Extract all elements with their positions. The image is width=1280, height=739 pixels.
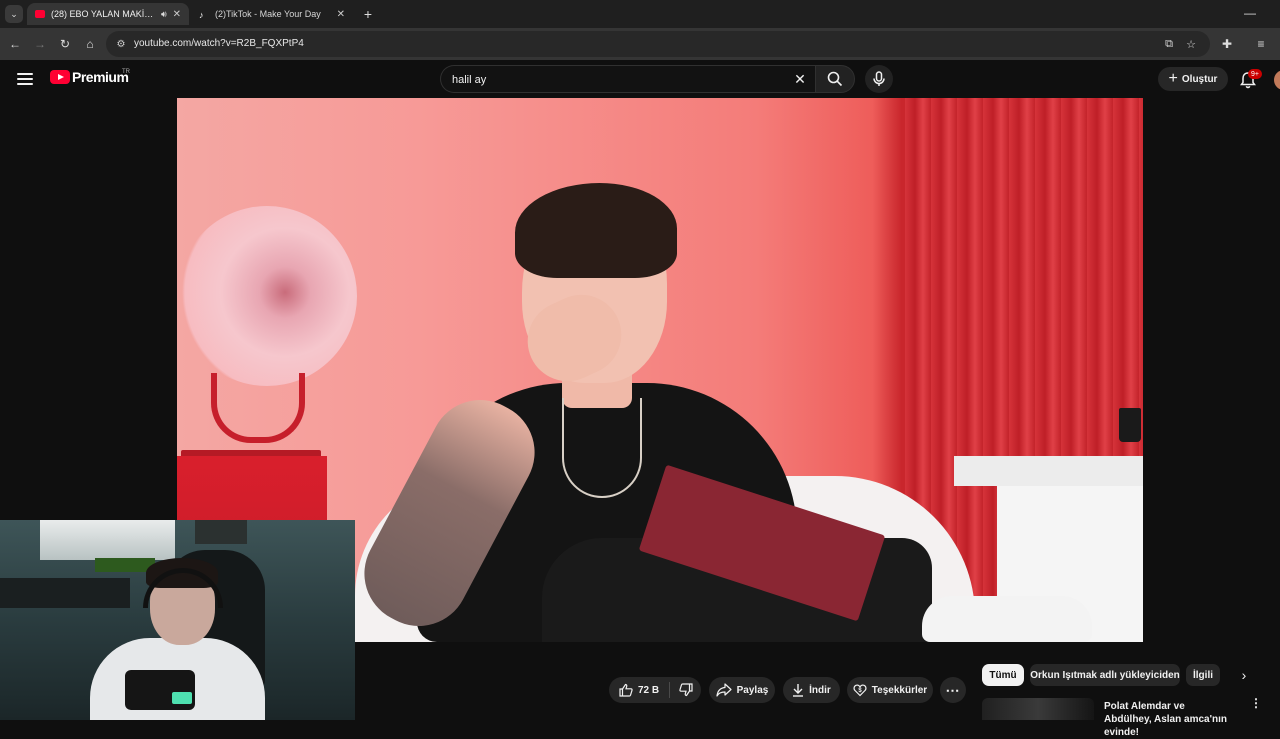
mug bbox=[1119, 408, 1141, 442]
tab-search-chevron-icon[interactable]: ⌄ bbox=[5, 5, 23, 23]
super-thanks-heart-icon: $ bbox=[853, 684, 867, 697]
forward-arrow-icon[interactable]: → bbox=[31, 35, 49, 53]
share-arrow-icon bbox=[716, 683, 732, 697]
share-label: Paylaş bbox=[736, 684, 769, 696]
youtube-premium-logo[interactable]: Premium bbox=[50, 69, 129, 85]
tab-tiktok[interactable]: ♪ (2)TikTok - Make Your Day ✕ bbox=[191, 3, 353, 25]
like-button[interactable]: 72 B bbox=[609, 677, 669, 703]
new-tab-plus-icon[interactable]: + bbox=[360, 5, 376, 23]
chevron-right-icon[interactable]: › bbox=[1236, 666, 1252, 684]
gramophone-arm bbox=[211, 373, 305, 443]
search-button[interactable] bbox=[815, 65, 855, 93]
tab-title: (28) EBO YALAN MAKİNESİ bbox=[51, 9, 157, 19]
more-actions-icon[interactable]: ⋯ bbox=[940, 677, 966, 703]
youtube-header: Premium TR halil ay ✕ + Oluştur bbox=[0, 60, 1280, 98]
browser-tab-bar: ⌄ (28) EBO YALAN MAKİNESİ 🔊︎ ✕ ♪ (2)TikT… bbox=[0, 0, 1280, 28]
address-bar[interactable]: ⚙︎ youtube.com/watch?v=R2B_FQXPtP4 ⧉ ☆ bbox=[106, 31, 1210, 57]
youtube-play-logo-icon bbox=[50, 70, 70, 84]
room-poster bbox=[195, 520, 247, 544]
browser-toolbar: ← → ↻ ⌂ ⚙︎ youtube.com/watch?v=R2B_FQXPt… bbox=[0, 28, 1280, 60]
chip-all[interactable]: Tümü bbox=[982, 664, 1024, 686]
youtube-favicon-icon bbox=[35, 10, 45, 18]
room-desk bbox=[0, 578, 130, 608]
search-input[interactable]: halil ay ✕ bbox=[440, 65, 815, 93]
clear-search-icon[interactable]: ✕ bbox=[792, 71, 808, 87]
reload-icon[interactable]: ↻ bbox=[56, 35, 74, 53]
necklace bbox=[562, 398, 642, 498]
tab-title: (2)TikTok - Make Your Day bbox=[215, 9, 321, 19]
region-code: TR bbox=[122, 69, 130, 75]
close-tab-icon[interactable]: ✕ bbox=[337, 9, 345, 20]
thumbs-up-icon bbox=[619, 683, 633, 697]
microphone-stand bbox=[125, 670, 195, 710]
plus-icon: + bbox=[1168, 70, 1178, 87]
close-tab-icon[interactable]: ✕ bbox=[173, 9, 181, 20]
tab-youtube[interactable]: (28) EBO YALAN MAKİNESİ 🔊︎ ✕ bbox=[27, 3, 189, 25]
speaker-icon[interactable]: 🔊︎ bbox=[161, 9, 167, 20]
thumbs-down-icon bbox=[679, 683, 693, 697]
side-table-top bbox=[954, 456, 1143, 486]
gramophone-horn bbox=[177, 206, 357, 386]
download-label: İndir bbox=[809, 684, 831, 696]
download-button[interactable]: İndir bbox=[783, 677, 840, 703]
recommended-video-thumbnail[interactable] bbox=[982, 698, 1094, 720]
chip-from-uploader[interactable]: Orkun Işıtmak adlı yükleyiciden bbox=[1030, 664, 1180, 686]
recommended-menu-icon[interactable]: ⋮ bbox=[1250, 697, 1262, 714]
divider bbox=[669, 682, 670, 698]
install-app-icon[interactable]: ⧉ bbox=[1162, 37, 1176, 51]
microphone-icon bbox=[873, 71, 885, 86]
like-count: 72 B bbox=[637, 684, 660, 696]
create-label: Oluştur bbox=[1181, 73, 1218, 85]
download-icon bbox=[793, 684, 804, 697]
share-button[interactable]: Paylaş bbox=[709, 677, 775, 703]
site-settings-icon[interactable]: ⚙︎ bbox=[114, 37, 128, 51]
person-hair bbox=[515, 183, 677, 278]
thanks-button[interactable]: $ Teşekkürler bbox=[847, 677, 933, 703]
tiktok-favicon-icon: ♪ bbox=[199, 10, 204, 20]
logo-text: Premium bbox=[72, 69, 129, 85]
search-icon bbox=[827, 71, 843, 87]
voice-search-button[interactable] bbox=[865, 65, 893, 93]
webcam-overlay bbox=[0, 520, 355, 720]
bookmark-star-icon[interactable]: ☆ bbox=[1184, 37, 1198, 51]
create-button[interactable]: + Oluştur bbox=[1158, 67, 1228, 91]
dislike-button[interactable] bbox=[671, 677, 701, 703]
back-arrow-icon[interactable]: ← bbox=[6, 35, 24, 53]
chip-related[interactable]: İlgili bbox=[1186, 664, 1220, 686]
like-dislike-segment: 72 B bbox=[609, 677, 701, 703]
extensions-puzzle-icon[interactable]: ✚ bbox=[1218, 35, 1236, 53]
minimize-window-icon[interactable]: — bbox=[1243, 5, 1257, 21]
room-window bbox=[40, 520, 175, 560]
menu-hamburger-icon[interactable] bbox=[16, 70, 34, 88]
url-text[interactable]: youtube.com/watch?v=R2B_FQXPtP4 bbox=[134, 38, 304, 49]
search-query-text[interactable]: halil ay bbox=[452, 74, 486, 86]
notification-count-badge: 9+ bbox=[1248, 69, 1262, 79]
person-shoe bbox=[922, 596, 1092, 642]
reading-list-icon[interactable]: ≡ bbox=[1252, 35, 1270, 53]
microphone-light bbox=[172, 692, 192, 704]
home-icon[interactable]: ⌂ bbox=[81, 35, 99, 53]
thanks-label: Teşekkürler bbox=[871, 684, 928, 696]
